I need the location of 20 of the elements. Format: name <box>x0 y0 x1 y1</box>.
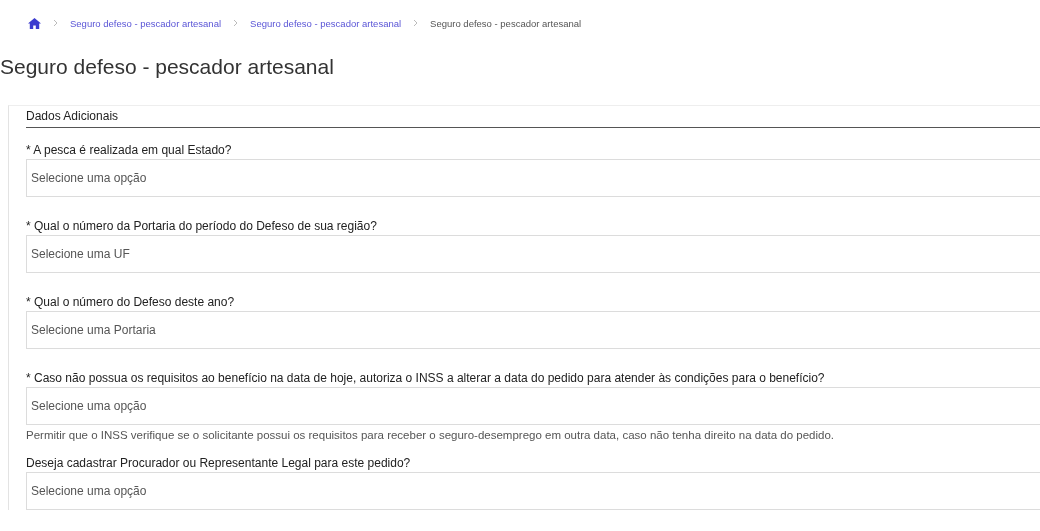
field-label: * Qual o número da Portaria do período do Defeso de sua região? <box>26 218 377 234</box>
breadcrumb-link[interactable]: Seguro defeso - pescador artesanal <box>70 17 222 29</box>
select-field[interactable]: Selecione uma opção <box>26 387 1040 425</box>
home-icon[interactable] <box>28 17 41 29</box>
chevron-icon <box>53 18 58 27</box>
select-field[interactable]: Selecione uma UF <box>26 235 1040 273</box>
breadcrumb-current: Seguro defeso - pescador artesanal <box>430 17 582 29</box>
chevron-icon <box>413 18 419 27</box>
field-label: * Qual o número do Defeso deste ano? <box>26 294 235 310</box>
field-label: Deseja cadastrar Procurador ou Representante Legal para este pedido? <box>26 455 411 471</box>
select-field[interactable]: Selecione uma opção <box>26 159 1040 197</box>
chevron-icon <box>233 18 239 27</box>
page-title: Seguro defeso - pescador artesanal <box>0 54 335 80</box>
field-label: * A pesca é realizada em qual Estado? <box>26 142 232 158</box>
help-text: Permitir que o INSS verifique se o solicitante possui os requisitos para receber o seguro-desemprego em outra data, caso não tenha direito na data do pedido. <box>26 429 835 441</box>
select-field[interactable]: Selecione uma opção <box>26 472 1040 510</box>
field-label: * Caso não possua os requisitos ao benefício na data de hoje, autoriza o INSS a alterar a data do pedido para atender às condições para o benefício? <box>26 370 825 386</box>
breadcrumb-link[interactable]: Seguro defeso - pescador artesanal <box>250 17 402 29</box>
select-field[interactable]: Selecione uma Portaria <box>26 311 1040 349</box>
section-heading: Dados Adicionais <box>26 109 119 123</box>
